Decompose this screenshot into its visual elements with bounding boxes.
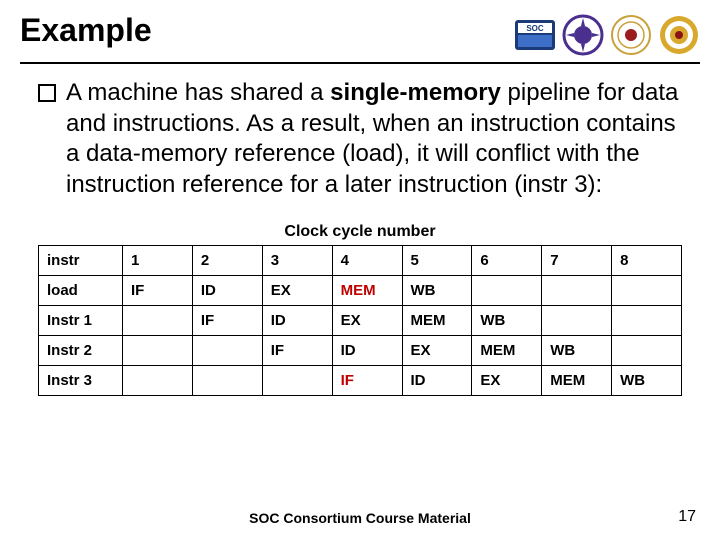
cell: ID: [402, 365, 472, 395]
row-label: Instr 3: [39, 365, 123, 395]
cell: [472, 275, 542, 305]
bullet-pre: A machine has shared a: [66, 79, 330, 106]
footer-text: SOC Consortium Course Material: [0, 510, 720, 526]
logo-ncku: [610, 14, 652, 56]
table-caption: Clock cycle number: [38, 223, 682, 245]
table-row: Instr 1 IFIDEXMEMWB: [39, 305, 682, 335]
cell: [123, 335, 193, 365]
logo-ntu: [658, 14, 700, 56]
col-cycle-4: 4: [332, 245, 402, 275]
row-label: Instr 1: [39, 305, 123, 335]
cell: ID: [192, 275, 262, 305]
cell: ID: [332, 335, 402, 365]
cell: MEM: [332, 275, 402, 305]
page-title: Example: [20, 12, 152, 49]
cell: [123, 365, 193, 395]
cell: WB: [402, 275, 472, 305]
cell: IF: [192, 305, 262, 335]
cell: EX: [332, 305, 402, 335]
page-number: 17: [678, 508, 696, 526]
col-cycle-8: 8: [612, 245, 682, 275]
row-label: Instr 2: [39, 335, 123, 365]
logo-strip: SOC: [514, 12, 700, 56]
cell: IF: [262, 335, 332, 365]
cell: WB: [472, 305, 542, 335]
cell: MEM: [402, 305, 472, 335]
bullet-item: A machine has shared a single-memory pip…: [38, 78, 682, 201]
cell: WB: [542, 335, 612, 365]
bullet-text: A machine has shared a single-memory pip…: [66, 78, 682, 201]
cell: ID: [262, 305, 332, 335]
col-cycle-6: 6: [472, 245, 542, 275]
cell: EX: [262, 275, 332, 305]
cell: [262, 365, 332, 395]
cell: [192, 335, 262, 365]
col-cycle-1: 1: [123, 245, 193, 275]
cell: [192, 365, 262, 395]
logo-itri: [562, 14, 604, 56]
col-instr: instr: [39, 245, 123, 275]
col-cycle-7: 7: [542, 245, 612, 275]
col-cycle-2: 2: [192, 245, 262, 275]
cell: MEM: [542, 365, 612, 395]
table-header-row: instr12345678: [39, 245, 682, 275]
cell: [612, 335, 682, 365]
col-cycle-3: 3: [262, 245, 332, 275]
svg-text:SOC: SOC: [526, 24, 544, 33]
square-bullet-icon: [38, 84, 56, 107]
cell: MEM: [472, 335, 542, 365]
logo-soc: SOC: [514, 14, 556, 56]
pipeline-table: instr12345678 loadIFIDEXMEMWBInstr 1IFID…: [38, 245, 682, 396]
cell: EX: [402, 335, 472, 365]
col-cycle-5: 5: [402, 245, 472, 275]
cell: IF: [123, 275, 193, 305]
cell: [542, 275, 612, 305]
table-row: Instr 2 IFIDEXMEMWB: [39, 335, 682, 365]
bullet-bold: single-memory: [330, 79, 501, 106]
cell: EX: [472, 365, 542, 395]
row-label: load: [39, 275, 123, 305]
cell: WB: [612, 365, 682, 395]
table-row: loadIFIDEXMEMWB: [39, 275, 682, 305]
cell: [612, 305, 682, 335]
cell: IF: [332, 365, 402, 395]
cell: [123, 305, 193, 335]
cell: [542, 305, 612, 335]
cell: [612, 275, 682, 305]
table-row: Instr 3 IFIDEXMEMWB: [39, 365, 682, 395]
